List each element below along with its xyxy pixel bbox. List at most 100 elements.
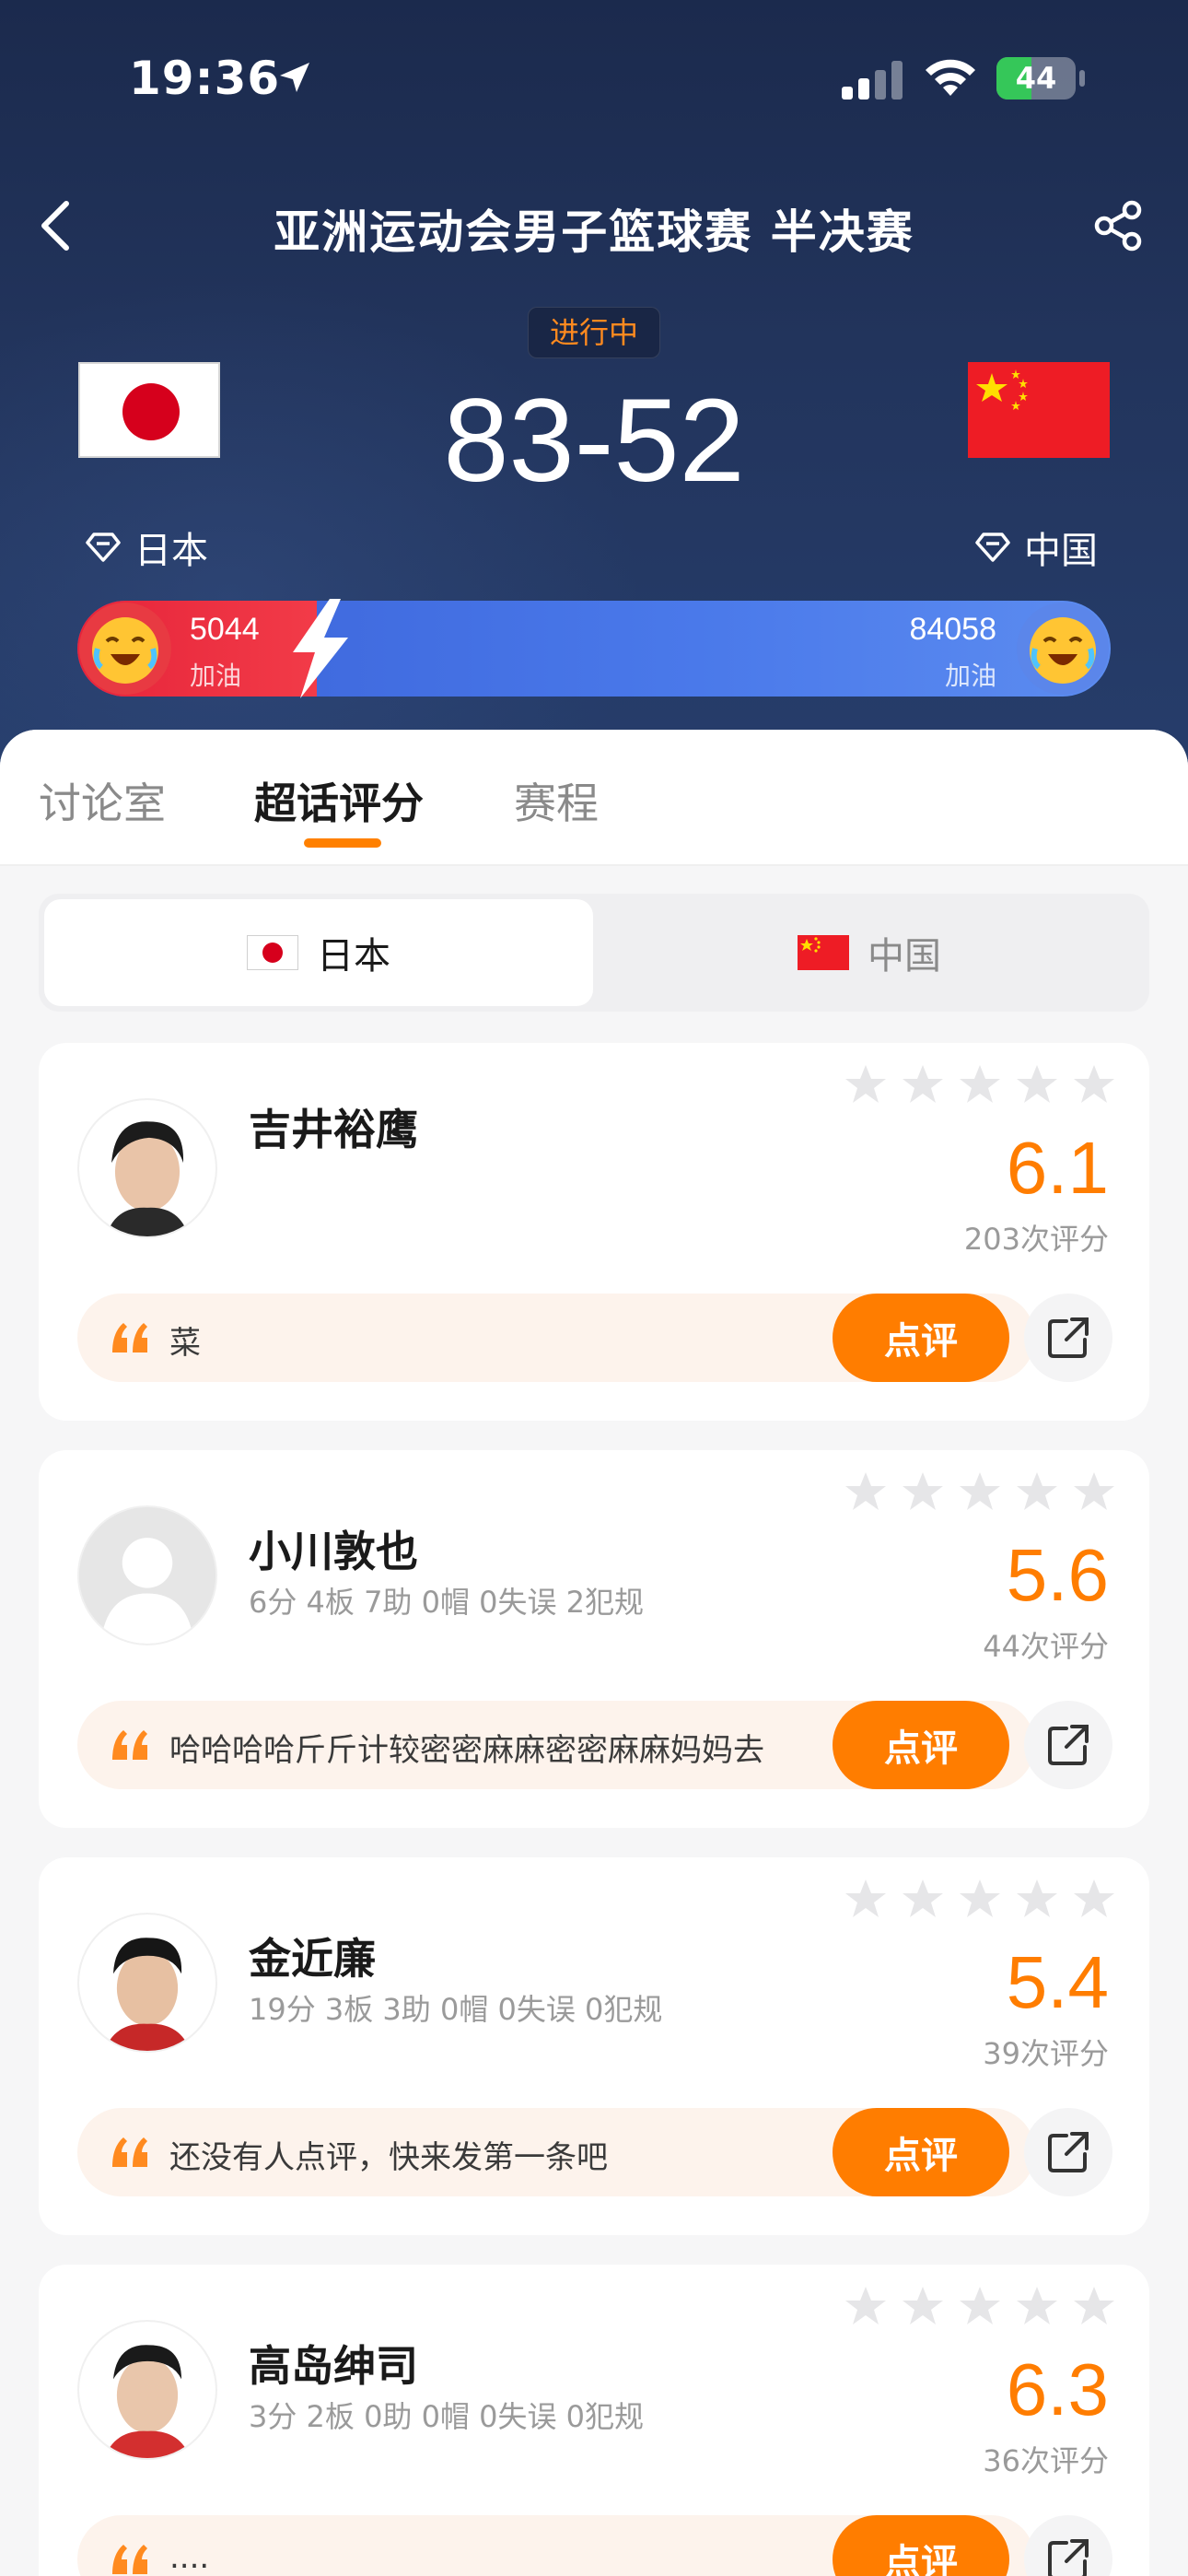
review-button[interactable]: 点评 bbox=[833, 1701, 1009, 1789]
player-name: 高岛绅司 bbox=[249, 2341, 418, 2391]
tab-schedule[interactable]: 赛程 bbox=[514, 770, 599, 831]
player-stats: 19分 3板 3助 0帽 0失误 0犯规 bbox=[249, 1992, 663, 2027]
star-icon[interactable] bbox=[901, 1063, 945, 1106]
tab-bar: 讨论室 超话评分 赛程 bbox=[0, 730, 1188, 866]
player-card[interactable]: 高岛绅司 3分 2板 0助 0帽 0失误 0犯规 6.3 36次评分 .... … bbox=[39, 2265, 1149, 2576]
star-icon[interactable] bbox=[901, 1470, 945, 1513]
share-player-button[interactable] bbox=[1024, 1294, 1112, 1382]
player-rating: 6.3 bbox=[1006, 2348, 1109, 2430]
page-title: 亚洲运动会男子篮球赛 半决赛 bbox=[274, 205, 914, 259]
player-name: 小川敦也 bbox=[249, 1527, 418, 1576]
match-score: 83-52 bbox=[443, 375, 745, 507]
player-name: 吉井裕鹰 bbox=[249, 1105, 418, 1154]
tab-active-indicator bbox=[304, 838, 381, 848]
rating-count: 44次评分 bbox=[983, 1629, 1109, 1664]
share-button[interactable] bbox=[1087, 193, 1151, 258]
player-rating: 6.1 bbox=[1006, 1127, 1109, 1209]
star-icon[interactable] bbox=[958, 1470, 1002, 1513]
quote-icon bbox=[112, 2137, 147, 2167]
share-icon bbox=[1094, 200, 1142, 252]
china-flag-icon bbox=[798, 935, 849, 970]
star-icon[interactable] bbox=[1072, 1063, 1116, 1106]
review-button[interactable]: 点评 bbox=[833, 1294, 1009, 1382]
diamond-icon bbox=[975, 533, 1010, 562]
rating-count: 36次评分 bbox=[983, 2443, 1109, 2478]
player-rating: 5.4 bbox=[1006, 1941, 1109, 2023]
star-icon[interactable] bbox=[1015, 2285, 1059, 2327]
rating-stars[interactable] bbox=[844, 1470, 1116, 1513]
toggle-china-label: 中国 bbox=[868, 935, 941, 978]
star-icon[interactable] bbox=[1015, 1470, 1059, 1513]
japan-flag-icon[interactable] bbox=[78, 362, 220, 458]
external-share-icon bbox=[1048, 1317, 1089, 1358]
player-avatar bbox=[77, 1098, 217, 1238]
player-avatar bbox=[77, 2320, 217, 2460]
tab-ratings[interactable]: 超话评分 bbox=[254, 770, 424, 831]
rating-stars[interactable] bbox=[844, 1063, 1116, 1106]
cheer-right-emoji-icon[interactable] bbox=[1015, 601, 1111, 697]
rating-stars[interactable] bbox=[844, 1878, 1116, 1920]
star-icon[interactable] bbox=[1072, 1878, 1116, 1920]
back-button[interactable] bbox=[28, 193, 83, 258]
quote-icon bbox=[112, 1323, 147, 1352]
star-icon[interactable] bbox=[1015, 1063, 1059, 1106]
star-icon[interactable] bbox=[844, 1470, 888, 1513]
player-stats: 6分 4板 7助 0帽 0失误 2犯规 bbox=[249, 1585, 645, 1620]
team-right[interactable]: 中国 bbox=[974, 521, 1098, 574]
player-card[interactable]: 金近廉 19分 3板 3助 0帽 0失误 0犯规 5.4 39次评分 还没有人点… bbox=[39, 1857, 1149, 2235]
cheer-left-label: 加油 bbox=[190, 661, 242, 691]
player-rating: 5.6 bbox=[1006, 1534, 1109, 1616]
rating-count: 39次评分 bbox=[983, 2036, 1109, 2071]
share-player-button[interactable] bbox=[1024, 2108, 1112, 2196]
japan-flag-icon bbox=[247, 935, 298, 970]
share-player-button[interactable] bbox=[1024, 1701, 1112, 1789]
team-right-name: 中国 bbox=[1024, 530, 1098, 572]
cellular-signal-icon bbox=[842, 61, 903, 100]
review-button[interactable]: 点评 bbox=[833, 2108, 1009, 2196]
wifi-icon bbox=[926, 59, 975, 96]
tab-discussion[interactable]: 讨论室 bbox=[39, 770, 166, 831]
location-arrow-icon bbox=[280, 63, 309, 92]
quote-icon bbox=[112, 1730, 147, 1760]
star-icon[interactable] bbox=[1015, 1878, 1059, 1920]
star-icon[interactable] bbox=[901, 2285, 945, 2327]
star-icon[interactable] bbox=[901, 1878, 945, 1920]
toggle-japan[interactable]: 日本 bbox=[44, 899, 593, 1006]
star-icon[interactable] bbox=[844, 2285, 888, 2327]
share-player-button[interactable] bbox=[1024, 2515, 1112, 2576]
china-flag-icon[interactable] bbox=[968, 362, 1110, 458]
cheer-right-label: 加油 bbox=[944, 661, 996, 691]
team-toggle: 日本 中国 bbox=[39, 894, 1149, 1012]
battery-indicator: 44 bbox=[996, 57, 1085, 100]
star-icon[interactable] bbox=[1072, 1470, 1116, 1513]
battery-level: 44 bbox=[1015, 61, 1057, 96]
star-icon[interactable] bbox=[958, 1063, 1002, 1106]
rating-stars[interactable] bbox=[844, 2285, 1116, 2327]
external-share-icon bbox=[1048, 2132, 1089, 2172]
lightning-icon bbox=[293, 599, 348, 698]
player-card[interactable]: 吉井裕鹰 6.1 203次评分 菜 点评 bbox=[39, 1043, 1149, 1421]
star-icon[interactable] bbox=[958, 1878, 1002, 1920]
star-icon[interactable] bbox=[1072, 2285, 1116, 2327]
review-button[interactable]: 点评 bbox=[833, 2515, 1009, 2576]
quote-icon bbox=[112, 2545, 147, 2574]
star-icon[interactable] bbox=[844, 1878, 888, 1920]
content-panel: 讨论室 超话评分 赛程 日本 中国 吉井裕鹰 6.1 203次评分 菜 点评 小… bbox=[0, 730, 1188, 2576]
external-share-icon bbox=[1048, 1725, 1089, 1765]
team-left[interactable]: 日本 bbox=[85, 521, 208, 574]
cheer-right-count: 84058 bbox=[909, 612, 996, 647]
rating-count: 203次评分 bbox=[963, 1222, 1109, 1257]
player-name: 金近廉 bbox=[249, 1934, 376, 1984]
star-icon[interactable] bbox=[844, 1063, 888, 1106]
comment-text: 菜 bbox=[169, 1325, 201, 1362]
cheer-left-count: 5044 bbox=[190, 612, 260, 647]
star-icon[interactable] bbox=[958, 2285, 1002, 2327]
toggle-china[interactable]: 中国 bbox=[595, 899, 1144, 1006]
player-card[interactable]: 小川敦也 6分 4板 7助 0帽 0失误 2犯规 5.6 44次评分 哈哈哈哈斤… bbox=[39, 1450, 1149, 1828]
cheer-left-emoji-icon[interactable] bbox=[77, 601, 173, 697]
player-stats: 3分 2板 0助 0帽 0失误 0犯规 bbox=[249, 2399, 645, 2434]
chevron-left-icon bbox=[41, 201, 69, 251]
comment-text: 哈哈哈哈斤斤计较密密麻麻密密麻麻妈妈去 bbox=[169, 1732, 764, 1769]
live-status-badge: 进行中 bbox=[528, 307, 660, 358]
toggle-japan-label: 日本 bbox=[317, 935, 390, 978]
